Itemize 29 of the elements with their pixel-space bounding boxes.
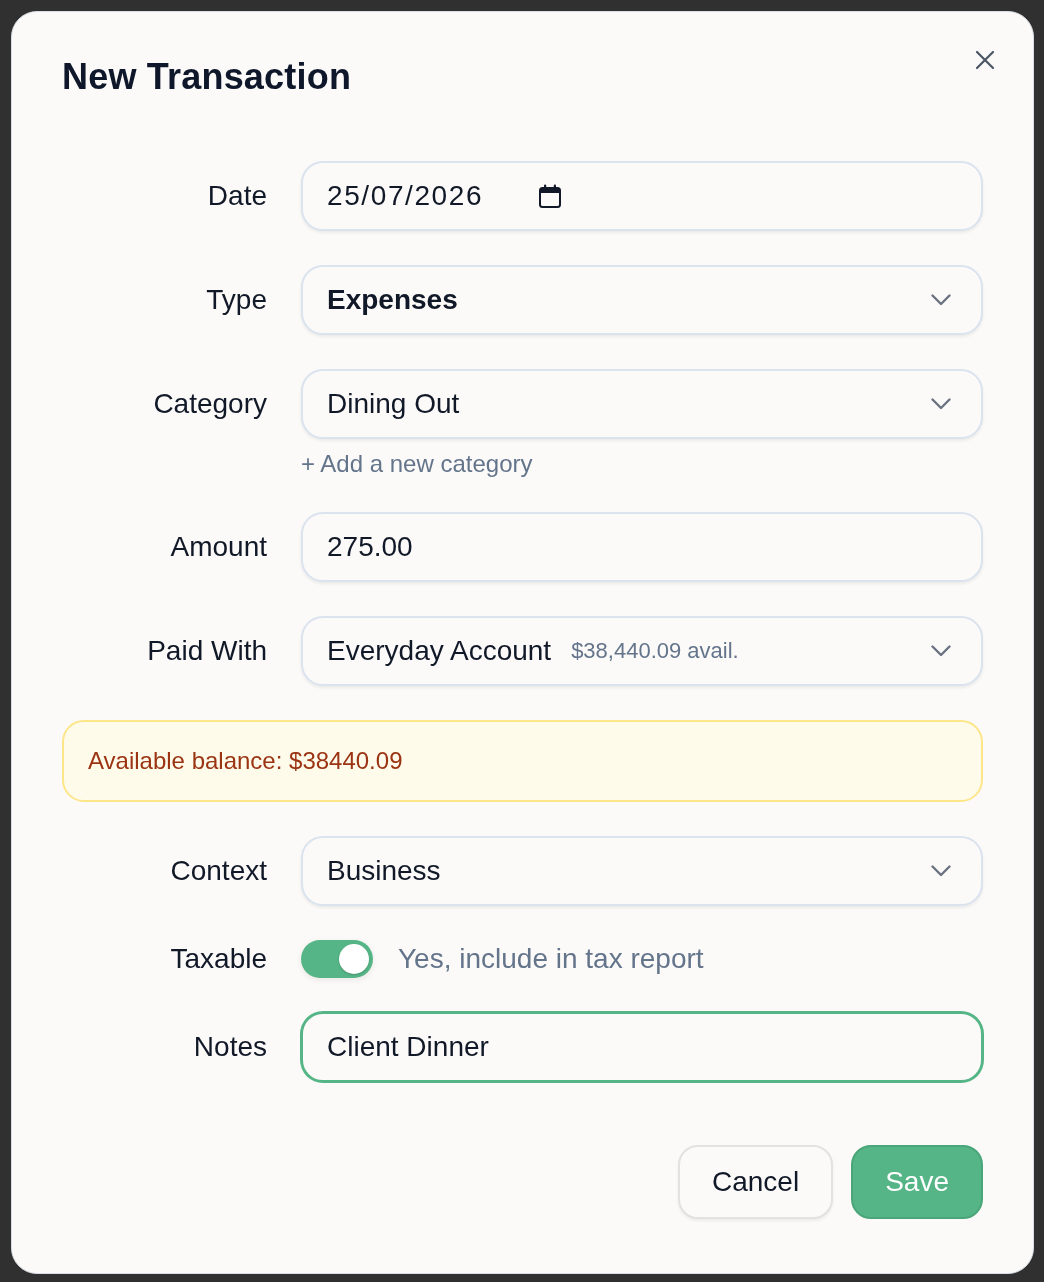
select-field[interactable]: Business bbox=[301, 836, 983, 906]
close-button[interactable] bbox=[975, 50, 995, 70]
cancel-button[interactable]: Cancel bbox=[678, 1145, 834, 1219]
add-category-link[interactable]: + Add a new category bbox=[301, 450, 533, 478]
calendar-icon bbox=[539, 184, 562, 208]
dialog-title: New Transaction bbox=[62, 55, 352, 99]
balance-alert: Available balance: $38440.09 bbox=[62, 720, 983, 802]
chevron-down-icon bbox=[931, 865, 951, 877]
field-label: Amount bbox=[169, 530, 267, 564]
select-field[interactable]: Expenses bbox=[301, 265, 983, 335]
input-field[interactable]: Client Dinner bbox=[301, 1012, 983, 1082]
select-field[interactable]: Dining Out bbox=[301, 369, 983, 439]
date-field[interactable]: 25/07/2026 bbox=[301, 161, 983, 231]
field-label: Category bbox=[152, 387, 267, 421]
toggle-switch[interactable] bbox=[301, 940, 373, 978]
available-amount-text: $38,440.09 avail. bbox=[571, 638, 739, 664]
chevron-down-icon bbox=[931, 645, 951, 657]
field-label: Type bbox=[205, 283, 267, 317]
select-field[interactable]: Everyday Account $38,440.09 avail. bbox=[301, 616, 983, 686]
field-label: Notes bbox=[192, 1030, 267, 1064]
input-field[interactable]: 275.00 bbox=[301, 512, 983, 582]
chevron-down-icon bbox=[931, 294, 951, 306]
field-label: Paid With bbox=[146, 634, 267, 668]
field-label: Context bbox=[169, 854, 267, 888]
field-label: Taxable bbox=[169, 942, 267, 976]
close-icon bbox=[975, 50, 995, 70]
toggle-caption: Yes, include in tax report bbox=[398, 943, 704, 975]
chevron-down-icon bbox=[931, 398, 951, 410]
field-label: Date bbox=[206, 179, 267, 213]
